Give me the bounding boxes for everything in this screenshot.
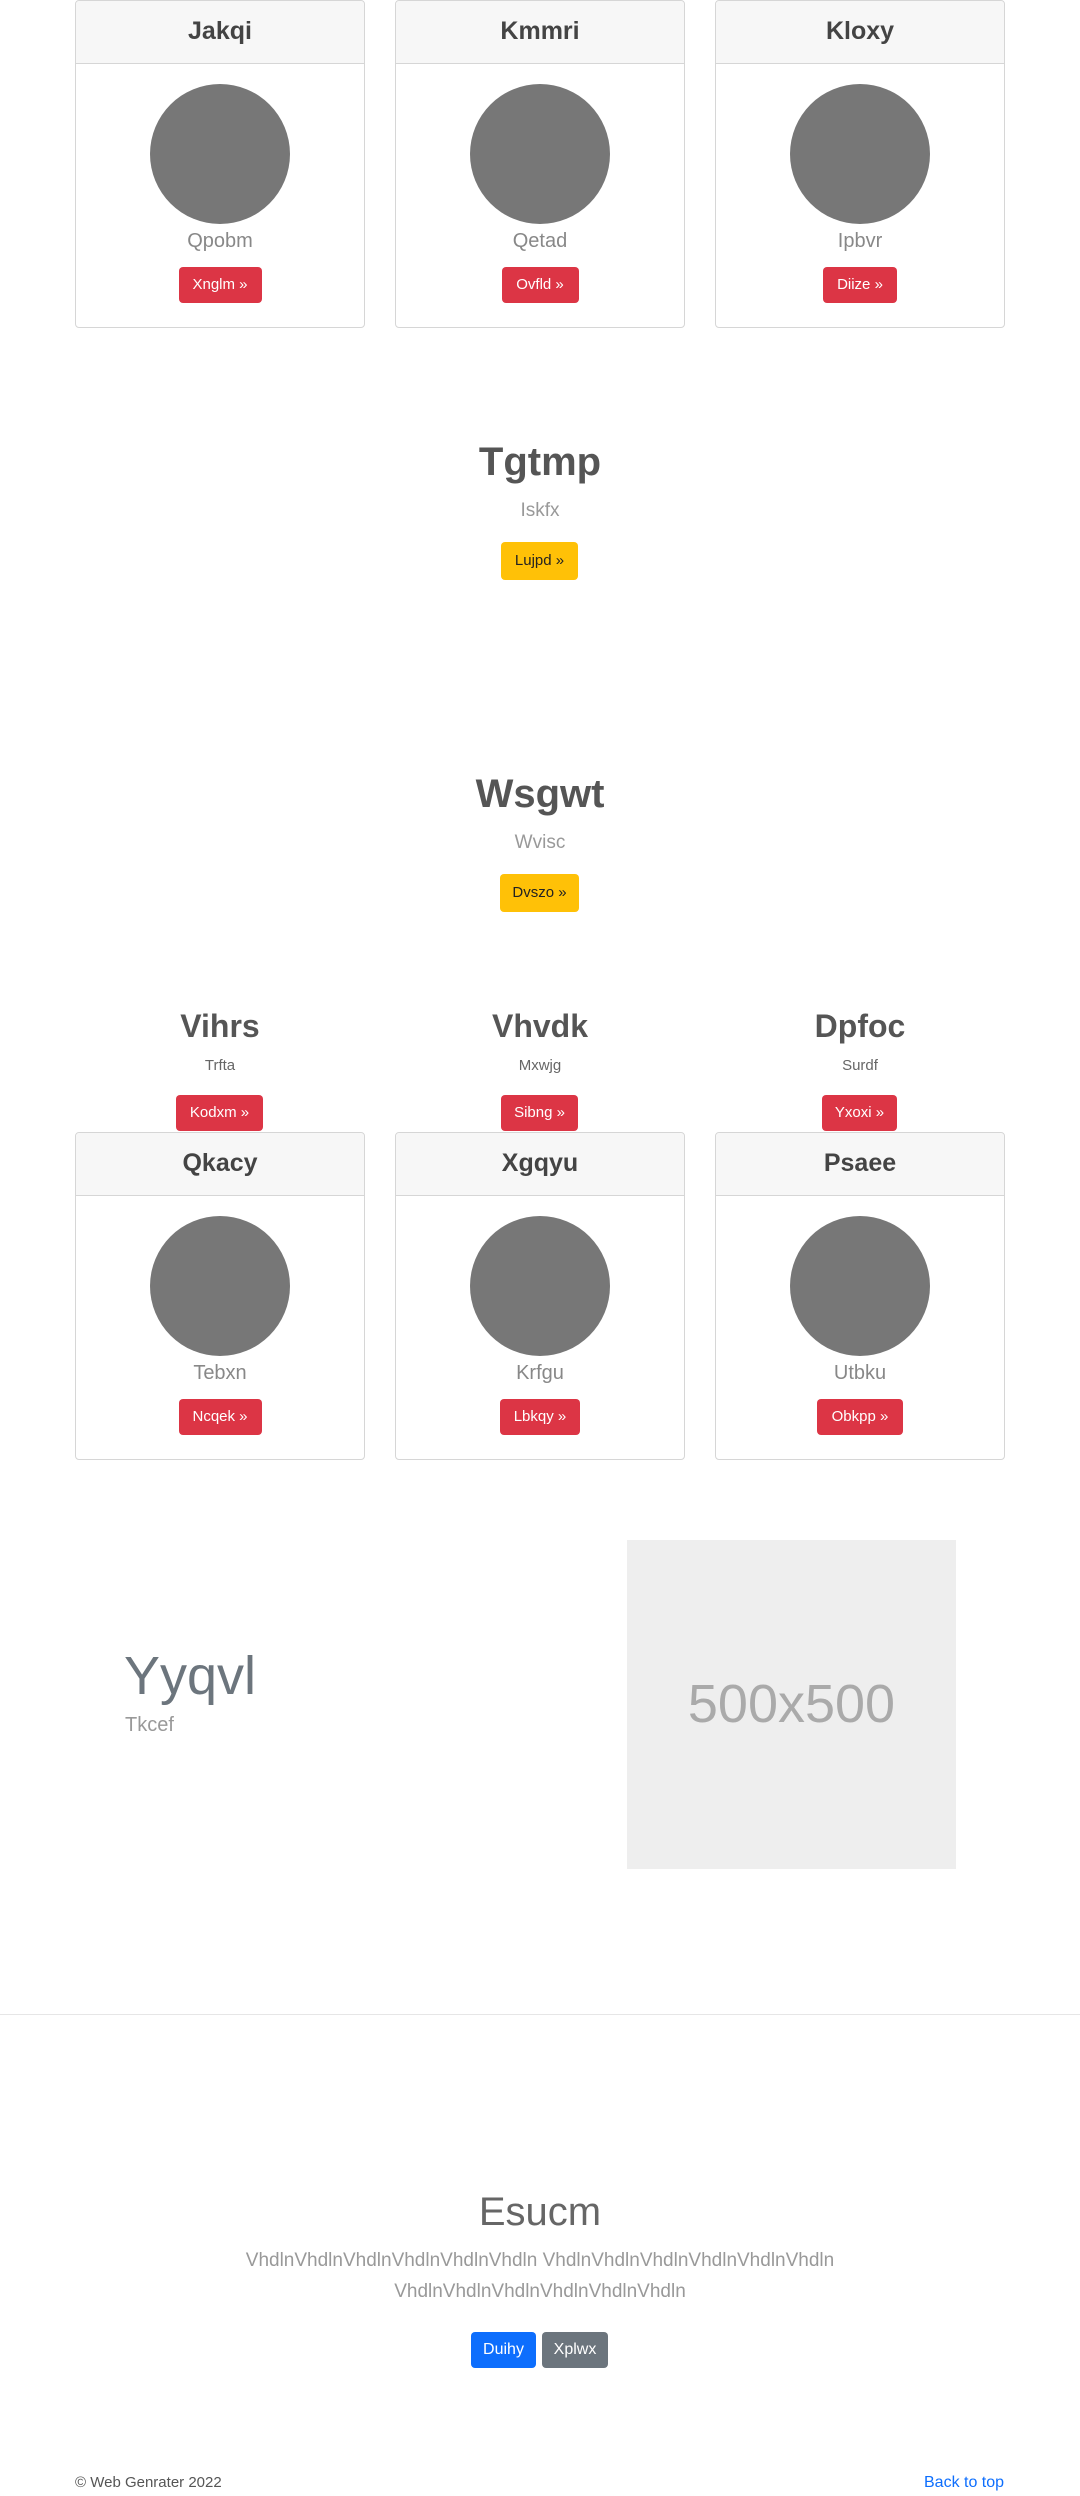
card-header: Kloxy <box>716 1 1004 64</box>
column-button[interactable]: Kodxm » <box>176 1095 263 1131</box>
feature-title: Yyqvl <box>124 1646 257 1706</box>
card-label: Qetad <box>512 230 568 252</box>
card-header: Jakqi <box>76 1 364 64</box>
card-kmmri: Kmmri Qetad Ovfld » <box>395 0 685 328</box>
hero-button[interactable]: Dvszo » <box>500 874 579 912</box>
card-button[interactable]: Lbkqy » <box>500 1399 580 1435</box>
column-button[interactable]: Yxoxi » <box>822 1095 897 1131</box>
card-label: Krfgu <box>516 1362 564 1384</box>
card-kloxy: Kloxy Ipbvr Diize » <box>715 0 1005 328</box>
avatar <box>150 84 290 224</box>
placeholder-image: 500x500 <box>627 1540 956 1869</box>
column-subtitle: Mxwjg <box>518 1057 562 1074</box>
cta-title: Esucm <box>478 2190 602 2234</box>
avatar <box>150 1216 290 1356</box>
hero-button[interactable]: Lujpd » <box>501 542 578 580</box>
card-button[interactable]: Ovfld » <box>501 267 579 303</box>
cta-text-line1: VhdlnVhdlnVhdlnVhdlnVhdlnVhdln VhdlnVhdl… <box>245 2250 835 2271</box>
avatar <box>470 84 610 224</box>
section-divider <box>0 2014 1080 2015</box>
card-jakqi: Jakqi Qpobm Xnglm » <box>75 0 365 328</box>
hero-title: Tgtmp <box>478 440 602 484</box>
card-button[interactable]: Ncqek » <box>178 1399 262 1435</box>
card-label: Qpobm <box>187 230 253 252</box>
card-button[interactable]: Xnglm » <box>178 267 262 303</box>
card-psaee: Psaee Utbku Obkpp » <box>715 1132 1005 1460</box>
feature-subtitle: Tkcef <box>125 1714 174 1736</box>
avatar <box>470 1216 610 1356</box>
card-header: Xgqyu <box>396 1133 684 1196</box>
copyright-text: © Web Genrater 2022 <box>75 2474 222 2491</box>
card-xgqyu: Xgqyu Krfgu Lbkqy » <box>395 1132 685 1460</box>
hero-subtitle: Wvisc <box>514 832 566 853</box>
cta-text-line2: VhdlnVhdlnVhdlnVhdlnVhdlnVhdln <box>394 2281 686 2302</box>
column-title: Dpfoc <box>814 1008 906 1044</box>
card-label: Utbku <box>833 1362 887 1384</box>
column-subtitle: Trfta <box>204 1057 236 1074</box>
avatar <box>790 84 930 224</box>
avatar <box>790 1216 930 1356</box>
card-header: Qkacy <box>76 1133 364 1196</box>
column-title: Vhvdk <box>491 1008 589 1044</box>
cta-secondary-button[interactable]: Xplwx <box>542 2332 608 2368</box>
card-label: Ipbvr <box>837 230 883 252</box>
card-qkacy: Qkacy Tebxn Ncqek » <box>75 1132 365 1460</box>
card-header: Psaee <box>716 1133 1004 1196</box>
card-button[interactable]: Diize » <box>823 267 897 303</box>
cta-primary-button[interactable]: Duihy <box>471 2332 536 2368</box>
column-title: Vihrs <box>180 1008 260 1044</box>
card-header: Kmmri <box>396 1 684 64</box>
column-button[interactable]: Sibng » <box>501 1095 578 1131</box>
card-button[interactable]: Obkpp » <box>817 1399 903 1435</box>
back-to-top-link[interactable]: Back to top <box>924 2474 1004 2492</box>
column-subtitle: Surdf <box>842 1057 878 1074</box>
card-label: Tebxn <box>193 1362 247 1384</box>
hero-subtitle: Iskfx <box>520 500 560 521</box>
hero-title: Wsgwt <box>475 772 605 816</box>
